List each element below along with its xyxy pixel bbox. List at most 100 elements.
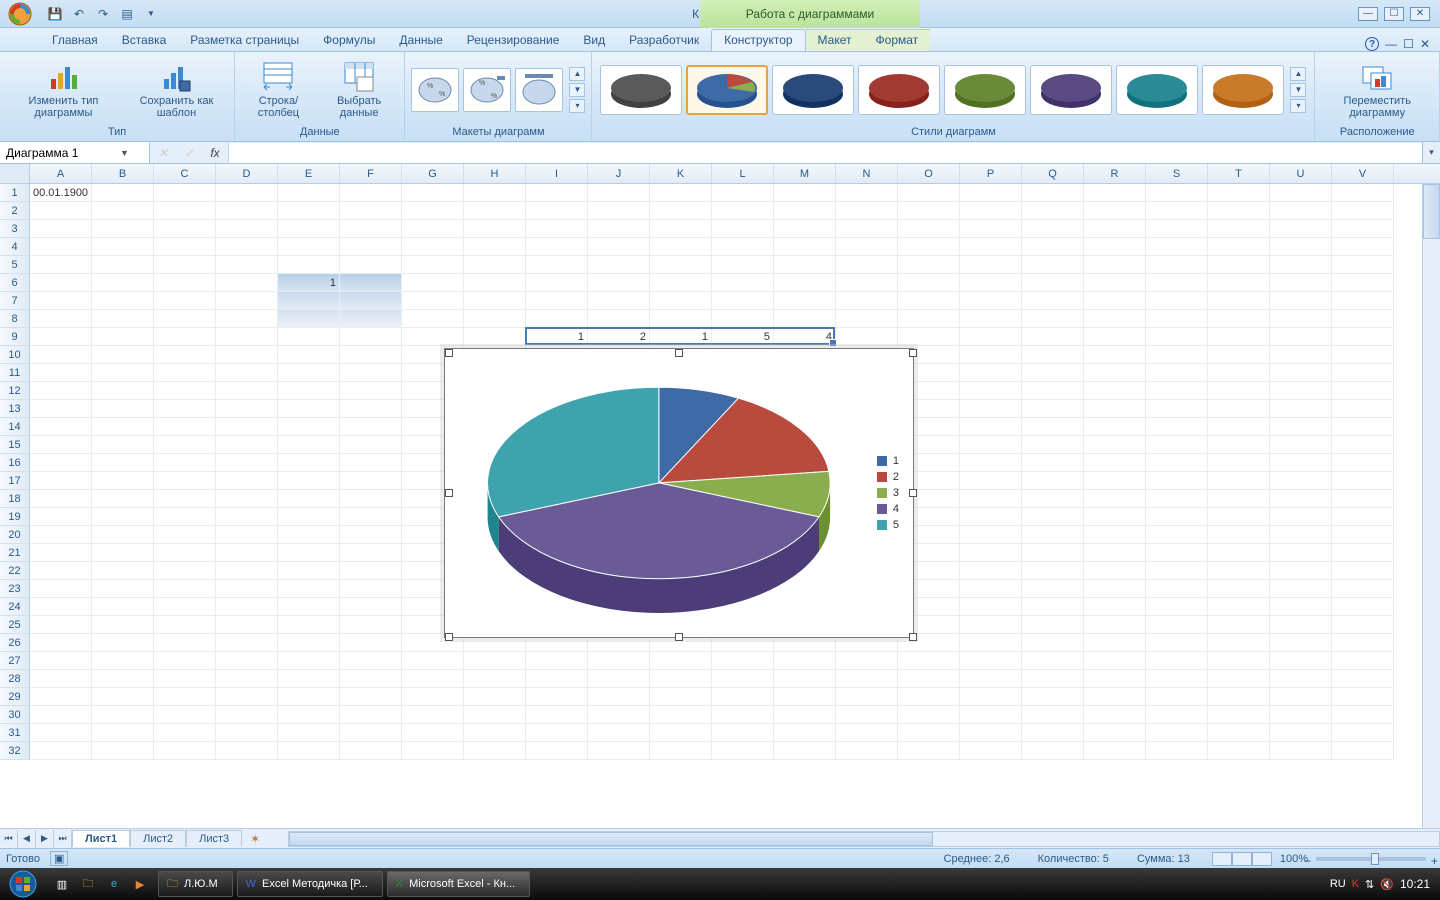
- system-tray[interactable]: RU K ⇅ 🔇 10:21: [1320, 877, 1440, 891]
- cell[interactable]: [836, 328, 898, 346]
- cell[interactable]: [1084, 418, 1146, 436]
- cell[interactable]: [154, 652, 216, 670]
- column-header[interactable]: N: [836, 164, 898, 183]
- tray-clock[interactable]: 10:21: [1400, 877, 1430, 891]
- cell[interactable]: [960, 310, 1022, 328]
- cell[interactable]: [30, 220, 92, 238]
- redo-icon[interactable]: ↷: [94, 5, 112, 23]
- name-box-dropdown-icon[interactable]: ▼: [116, 148, 133, 158]
- cell[interactable]: [278, 346, 340, 364]
- media-player-icon[interactable]: ▶: [128, 872, 152, 896]
- cell[interactable]: [278, 220, 340, 238]
- sheet-nav-last-icon[interactable]: ⏭: [54, 830, 72, 848]
- cell[interactable]: [836, 274, 898, 292]
- cell[interactable]: [650, 220, 712, 238]
- cell[interactable]: [216, 634, 278, 652]
- cell[interactable]: [960, 472, 1022, 490]
- row-header[interactable]: 21: [0, 544, 30, 562]
- cell[interactable]: [92, 490, 154, 508]
- cell[interactable]: [650, 652, 712, 670]
- cell[interactable]: [1022, 328, 1084, 346]
- cell[interactable]: [836, 652, 898, 670]
- tab-data[interactable]: Данные: [387, 30, 454, 51]
- cell[interactable]: [464, 724, 526, 742]
- cell[interactable]: [154, 274, 216, 292]
- name-box[interactable]: ▼: [0, 142, 150, 163]
- cell[interactable]: [30, 238, 92, 256]
- cell[interactable]: [30, 562, 92, 580]
- cell[interactable]: [154, 688, 216, 706]
- row-header[interactable]: 17: [0, 472, 30, 490]
- cell[interactable]: [774, 688, 836, 706]
- cell[interactable]: [1208, 670, 1270, 688]
- cell[interactable]: [402, 652, 464, 670]
- cell[interactable]: [402, 742, 464, 760]
- cell[interactable]: [154, 436, 216, 454]
- cell[interactable]: [154, 580, 216, 598]
- cell[interactable]: [154, 454, 216, 472]
- undo-icon[interactable]: ↶: [70, 5, 88, 23]
- cell[interactable]: [1146, 616, 1208, 634]
- cell[interactable]: [1208, 418, 1270, 436]
- cell[interactable]: [1208, 364, 1270, 382]
- cell[interactable]: [402, 670, 464, 688]
- cell[interactable]: [216, 652, 278, 670]
- cell[interactable]: [340, 238, 402, 256]
- cell[interactable]: [1084, 346, 1146, 364]
- cell[interactable]: [154, 184, 216, 202]
- cell[interactable]: [1146, 472, 1208, 490]
- chart-style-thumb[interactable]: [1202, 65, 1284, 115]
- cell[interactable]: [340, 220, 402, 238]
- cell[interactable]: [588, 202, 650, 220]
- resize-handle[interactable]: [675, 349, 683, 357]
- cell[interactable]: [1022, 670, 1084, 688]
- cell[interactable]: [1022, 400, 1084, 418]
- cell[interactable]: [1146, 256, 1208, 274]
- cell[interactable]: [1270, 508, 1332, 526]
- cell[interactable]: [960, 652, 1022, 670]
- column-header[interactable]: H: [464, 164, 526, 183]
- cell[interactable]: [650, 742, 712, 760]
- cell[interactable]: [1022, 256, 1084, 274]
- tab-design[interactable]: Конструктор: [711, 29, 805, 51]
- cell[interactable]: [588, 724, 650, 742]
- cell[interactable]: [278, 256, 340, 274]
- resize-handle[interactable]: [445, 349, 453, 357]
- print-icon[interactable]: ▤: [118, 5, 136, 23]
- cell[interactable]: [340, 544, 402, 562]
- resize-handle[interactable]: [445, 489, 453, 497]
- cell[interactable]: [278, 364, 340, 382]
- column-header[interactable]: C: [154, 164, 216, 183]
- cell[interactable]: [1332, 436, 1394, 454]
- cell[interactable]: [30, 742, 92, 760]
- cell[interactable]: [1146, 400, 1208, 418]
- cell[interactable]: [960, 562, 1022, 580]
- cell[interactable]: [898, 274, 960, 292]
- cell[interactable]: [92, 652, 154, 670]
- cell[interactable]: [216, 256, 278, 274]
- cell[interactable]: [1332, 526, 1394, 544]
- cell[interactable]: [340, 184, 402, 202]
- cell[interactable]: [278, 382, 340, 400]
- cell[interactable]: [588, 292, 650, 310]
- sheet-tab[interactable]: Лист1: [72, 830, 130, 847]
- cell[interactable]: [216, 508, 278, 526]
- cell[interactable]: [92, 256, 154, 274]
- cell[interactable]: [92, 580, 154, 598]
- cell[interactable]: [712, 652, 774, 670]
- cell[interactable]: [526, 670, 588, 688]
- cell[interactable]: [1208, 238, 1270, 256]
- cell[interactable]: [1022, 688, 1084, 706]
- cell[interactable]: [712, 292, 774, 310]
- column-header[interactable]: E: [278, 164, 340, 183]
- cell[interactable]: [340, 724, 402, 742]
- cell[interactable]: [1084, 706, 1146, 724]
- cell[interactable]: [960, 436, 1022, 454]
- cell[interactable]: [1208, 706, 1270, 724]
- cell[interactable]: [1208, 634, 1270, 652]
- cell[interactable]: [1270, 418, 1332, 436]
- cell[interactable]: [1270, 292, 1332, 310]
- column-header[interactable]: T: [1208, 164, 1270, 183]
- cell[interactable]: [712, 238, 774, 256]
- cell[interactable]: [464, 670, 526, 688]
